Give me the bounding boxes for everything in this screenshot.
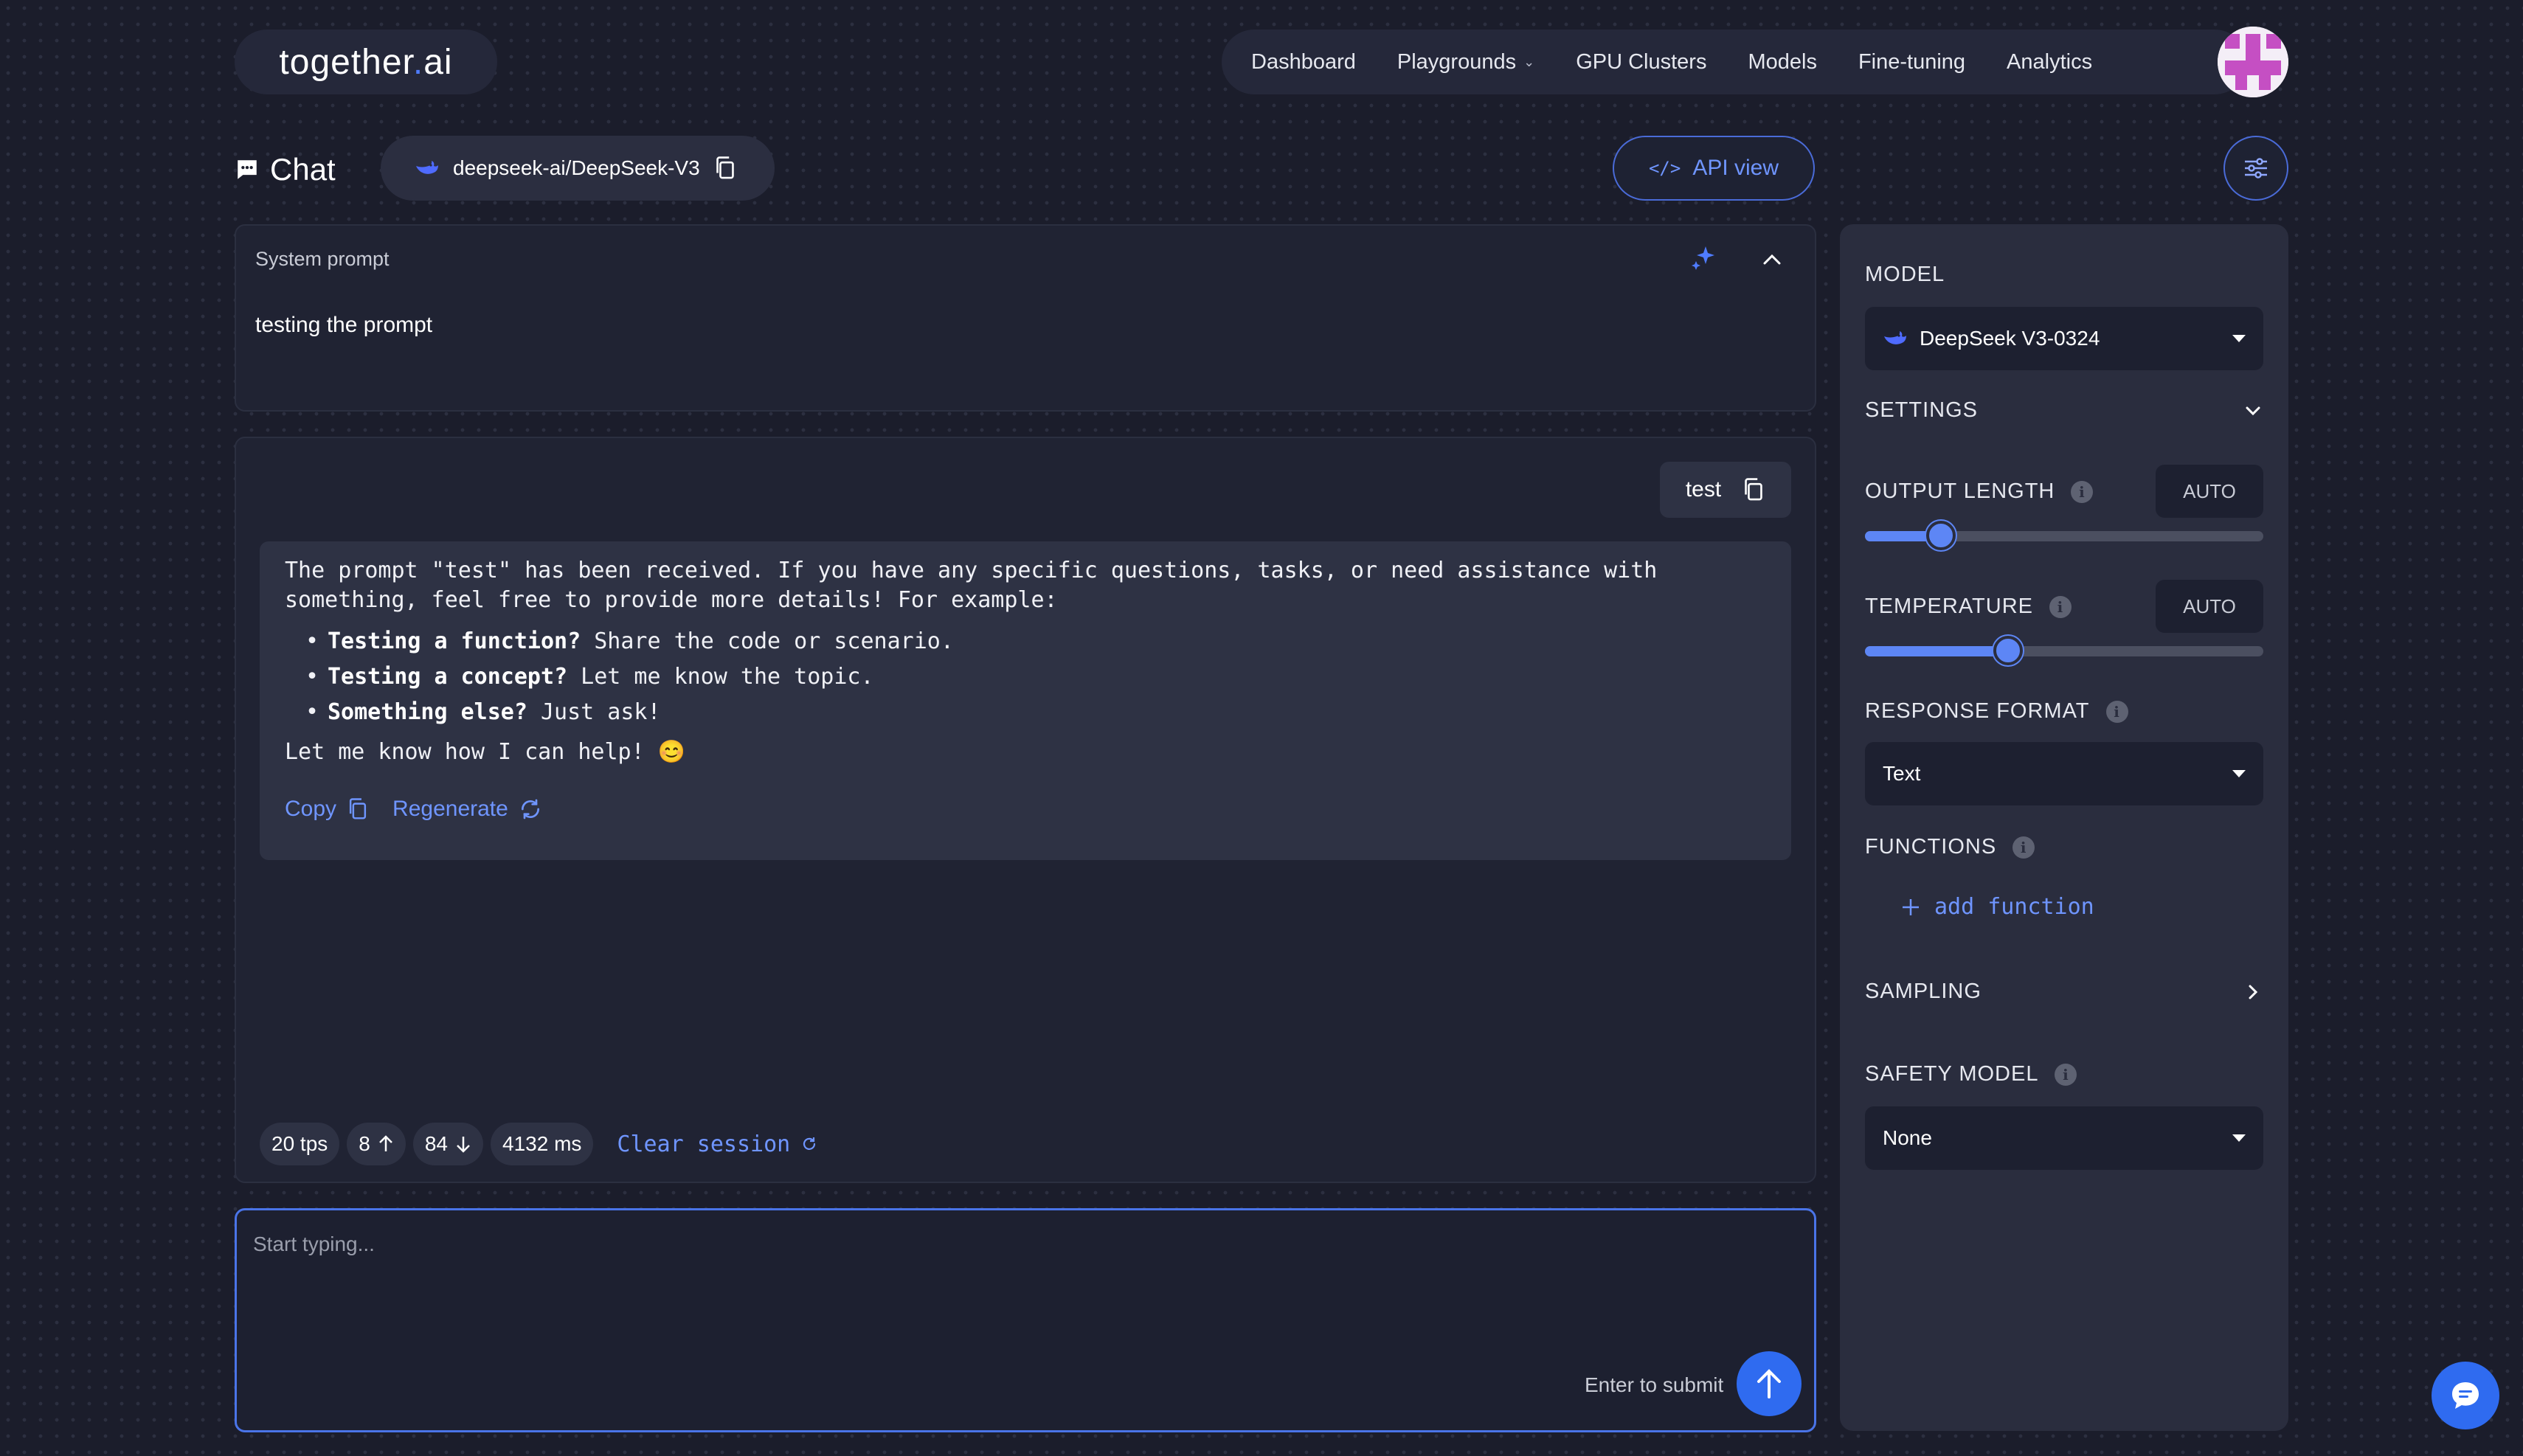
add-function-button[interactable]: add function (1900, 894, 2094, 920)
nav-gpu-clusters[interactable]: GPU Clusters (1576, 50, 1706, 74)
add-function-label: add function (1934, 894, 2094, 920)
submit-hint: Enter to submit (1585, 1373, 1724, 1396)
sparkle-icon[interactable] (1689, 243, 1719, 273)
arrow-up-icon (1757, 1369, 1781, 1398)
copy-button[interactable]: Copy (285, 797, 369, 822)
clear-session-label: Clear session (617, 1131, 791, 1157)
support-chat-icon (2452, 1382, 2479, 1409)
send-button[interactable] (1737, 1351, 1802, 1416)
assistant-closing: Let me know how I can help! 😊 (285, 739, 686, 765)
settings-toggle-button[interactable] (2223, 136, 2288, 201)
nav-playgrounds[interactable]: Playgrounds ⌄ (1397, 50, 1534, 74)
chevron-down-icon: ⌄ (1523, 54, 1535, 69)
main-nav: Dashboard Playgrounds ⌄ GPU Clusters Mode… (1222, 30, 2247, 94)
session-stats: 20 tps 8 84 4132 ms Clear session (260, 1123, 818, 1165)
help-chat-button[interactable] (2432, 1362, 2499, 1429)
user-message: test (1660, 462, 1791, 518)
model-label: MODEL (1865, 263, 1945, 286)
sliders-icon (2245, 158, 2267, 178)
copy-label: Copy (285, 797, 337, 821)
output-length-slider[interactable] (1865, 521, 2263, 550)
caret-down-icon (2232, 1134, 2246, 1142)
safety-model-select[interactable]: None (1865, 1106, 2263, 1170)
arrow-down-icon (457, 1137, 470, 1153)
system-prompt-text[interactable]: testing the prompt (255, 313, 432, 338)
brand-logo[interactable]: together.ai (235, 30, 497, 94)
list-item: Testing a function? Share the code or sc… (305, 624, 1766, 659)
chevron-up-icon[interactable] (1759, 246, 1785, 273)
model-id-pill[interactable]: deepseek-ai/DeepSeek-V3 (381, 136, 775, 201)
assistant-intro: The prompt "test" has been received. If … (285, 558, 1658, 613)
deepseek-whale-icon (1884, 331, 1906, 344)
assistant-bullet-list: Testing a function? Share the code or sc… (285, 624, 1766, 730)
copy-icon (349, 798, 367, 819)
latency-badge: 4132 ms (491, 1123, 594, 1165)
regenerate-button[interactable]: Regenerate (392, 797, 542, 822)
list-item: Something else? Just ask! (305, 695, 1766, 730)
api-view-label: API view (1692, 156, 1779, 180)
model-select-value: DeepSeek V3-0324 (1920, 327, 2100, 350)
slider-thumb[interactable] (1993, 636, 2023, 665)
user-message-text: test (1685, 477, 1722, 502)
tokens-up-badge: 8 (347, 1123, 406, 1165)
info-icon[interactable]: i (2012, 836, 2035, 859)
functions-label: FUNCTIONS i (1865, 835, 2035, 859)
api-view-button[interactable]: </> API view (1613, 136, 1815, 201)
plus-icon (1903, 898, 1919, 915)
temperature-value[interactable]: AUTO (2156, 580, 2263, 633)
response-format-label: RESPONSE FORMAT i (1865, 699, 2128, 724)
brand-name: together.ai (279, 42, 453, 82)
info-icon[interactable]: i (2105, 700, 2128, 723)
message-actions: Copy Regenerate (285, 797, 542, 822)
temperature-label: TEMPERATURE i (1865, 594, 2072, 619)
response-format-select[interactable]: Text (1865, 742, 2263, 805)
safety-model-label: SAFETY MODEL i (1865, 1062, 2077, 1086)
copy-icon[interactable] (1742, 477, 1765, 502)
system-prompt-panel (235, 224, 1816, 412)
chevron-down-icon (2246, 406, 2260, 415)
sampling-section-toggle[interactable]: SAMPLING (1865, 980, 2263, 1004)
code-icon: </> (1648, 158, 1681, 178)
nav-models[interactable]: Models (1748, 50, 1817, 74)
chat-title-text: Chat (270, 152, 336, 187)
tps-badge: 20 tps (260, 1123, 340, 1165)
regenerate-label: Regenerate (392, 797, 508, 821)
list-item: Testing a concept? Let me know the topic… (305, 659, 1766, 695)
refresh-icon (521, 799, 539, 819)
deepseek-whale-icon (416, 161, 438, 174)
chat-bubble-icon (238, 160, 257, 179)
system-prompt-label: System prompt (255, 248, 390, 270)
model-id-text: deepseek-ai/DeepSeek-V3 (453, 156, 700, 179)
nav-fine-tuning[interactable]: Fine-tuning (1858, 50, 1965, 74)
clear-session-button[interactable]: Clear session (617, 1131, 818, 1157)
output-length-label: OUTPUT LENGTH i (1865, 479, 2094, 504)
tokens-down-badge: 84 (412, 1123, 484, 1165)
output-length-value[interactable]: AUTO (2156, 465, 2263, 518)
safety-model-value: None (1883, 1126, 1932, 1149)
settings-section-toggle[interactable]: SETTINGS (1865, 398, 2263, 423)
info-icon[interactable]: i (2055, 1063, 2077, 1086)
copy-icon[interactable] (713, 156, 737, 181)
caret-down-icon (2232, 335, 2246, 342)
model-select[interactable]: DeepSeek V3-0324 (1865, 307, 2263, 370)
avatar[interactable] (2218, 27, 2288, 97)
response-format-value: Text (1883, 762, 1921, 785)
message-input[interactable] (253, 1233, 1728, 1336)
info-icon[interactable]: i (2049, 595, 2072, 618)
avatar-pattern (2218, 27, 2288, 97)
page-title: Chat (235, 148, 336, 192)
slider-thumb[interactable] (1926, 521, 1956, 550)
info-icon[interactable]: i (2071, 480, 2094, 503)
chevron-right-icon (2249, 985, 2258, 999)
message-composer (235, 1208, 1816, 1432)
nav-analytics[interactable]: Analytics (2007, 50, 2092, 74)
slider-fill (1865, 646, 2008, 656)
refresh-icon (803, 1137, 816, 1150)
temperature-slider[interactable] (1865, 636, 2263, 665)
nav-dashboard[interactable]: Dashboard (1251, 50, 1356, 74)
caret-down-icon (2232, 770, 2246, 777)
arrow-up-icon (378, 1135, 392, 1151)
